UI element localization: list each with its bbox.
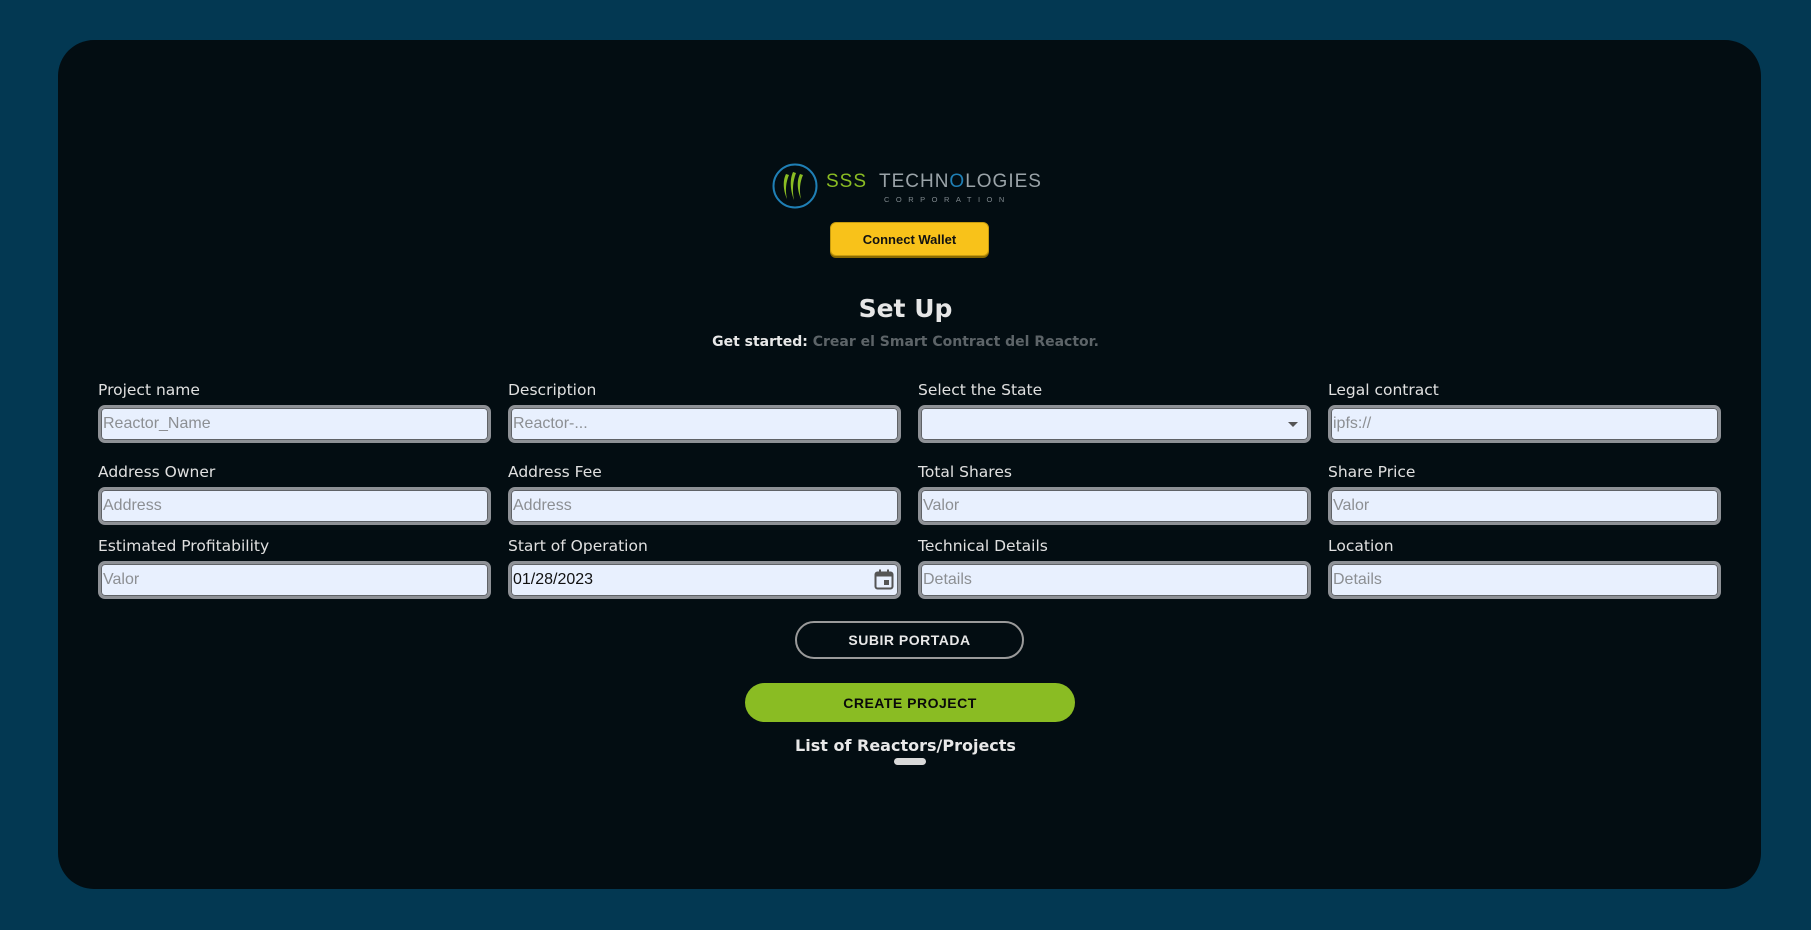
start-of-operation-value: 01/28/2023 <box>513 571 594 588</box>
address-fee-input[interactable] <box>508 487 901 525</box>
projects-list-title: List of Reactors/Projects <box>795 736 1016 755</box>
address-owner-input[interactable] <box>98 487 491 525</box>
logo-name-part2: LOGIES <box>965 171 1042 192</box>
company-logo: SSS TECHNOLOGIES CORPORATION <box>772 163 1042 209</box>
location-label: Location <box>1328 537 1394 555</box>
logo-name-part1: TECHN <box>879 171 949 192</box>
upload-cover-button[interactable]: SUBIR PORTADA <box>795 621 1024 659</box>
page-title: Set Up <box>858 294 953 323</box>
projects-list-scrollbar[interactable] <box>894 758 926 765</box>
share-price-input[interactable] <box>1328 487 1721 525</box>
logo-tagline: CORPORATION <box>884 195 1011 204</box>
connect-wallet-button[interactable]: Connect Wallet <box>830 222 989 256</box>
sss-flame-logo-icon <box>772 163 818 209</box>
estimated-profitability-input[interactable] <box>98 561 491 599</box>
state-select[interactable] <box>918 405 1311 443</box>
calendar-icon[interactable] <box>874 569 894 591</box>
subtitle-description: Crear el Smart Contract del Reactor. <box>812 334 1099 350</box>
total-shares-label: Total Shares <box>918 463 1012 481</box>
chevron-down-icon <box>1288 421 1298 427</box>
technical-details-label: Technical Details <box>918 537 1048 555</box>
logo-name-o: O <box>949 171 965 192</box>
total-shares-input[interactable] <box>918 487 1311 525</box>
page-subtitle: Get started: Crear el Smart Contract del… <box>0 334 1811 350</box>
legal-contract-label: Legal contract <box>1328 381 1439 399</box>
share-price-label: Share Price <box>1328 463 1416 481</box>
description-input[interactable] <box>508 405 901 443</box>
logo-wordmark: SSS TECHNOLOGIES <box>826 171 1042 192</box>
start-of-operation-label: Start of Operation <box>508 537 648 555</box>
logo-brand: SSS <box>826 171 867 192</box>
legal-contract-input[interactable] <box>1328 405 1721 443</box>
create-project-button[interactable]: CREATE PROJECT <box>745 683 1075 722</box>
location-input[interactable] <box>1328 561 1721 599</box>
estimated-profitability-label: Estimated Profitability <box>98 537 270 555</box>
address-fee-label: Address Fee <box>508 463 602 481</box>
subtitle-lead: Get started: <box>712 334 808 350</box>
start-of-operation-date-input[interactable]: 01/28/2023 <box>508 561 901 599</box>
project-name-label: Project name <box>98 381 200 399</box>
project-name-input[interactable] <box>98 405 491 443</box>
state-label: Select the State <box>918 381 1043 399</box>
technical-details-input[interactable] <box>918 561 1311 599</box>
address-owner-label: Address Owner <box>98 463 216 481</box>
description-label: Description <box>508 381 597 399</box>
